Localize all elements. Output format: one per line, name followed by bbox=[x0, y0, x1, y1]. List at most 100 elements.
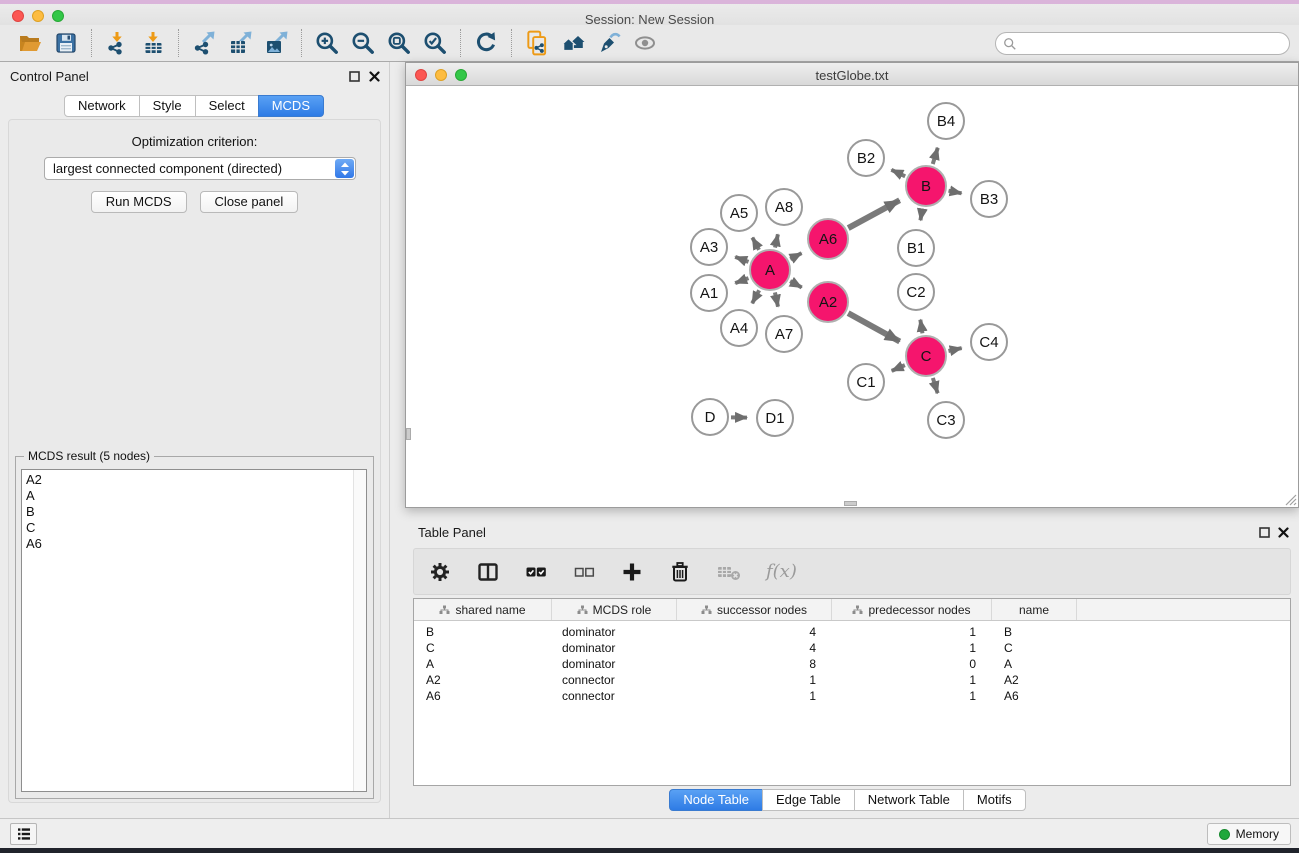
graph-node-C3[interactable]: C3 bbox=[928, 402, 964, 438]
split-columns-icon[interactable] bbox=[476, 560, 500, 584]
eye-icon[interactable] bbox=[627, 28, 663, 58]
table-row[interactable]: A6connector11A6 bbox=[414, 688, 1290, 704]
tab-select[interactable]: Select bbox=[195, 95, 259, 117]
graph-node-B1[interactable]: B1 bbox=[898, 230, 934, 266]
canvas-scroll-nub-left[interactable] bbox=[406, 428, 411, 440]
close-panel-icon[interactable] bbox=[367, 69, 381, 83]
run-mcds-button[interactable]: Run MCDS bbox=[91, 191, 187, 213]
tab-style[interactable]: Style bbox=[139, 95, 196, 117]
column-header-successor-nodes[interactable]: successor nodes bbox=[677, 599, 832, 620]
close-panel-button[interactable]: Close panel bbox=[200, 191, 299, 213]
graph-edge-C-C1[interactable] bbox=[892, 365, 905, 371]
graph-node-A6[interactable]: A6 bbox=[808, 219, 848, 259]
graph-edge-B-B2[interactable] bbox=[891, 170, 905, 176]
zoom-in-icon[interactable] bbox=[309, 28, 345, 58]
export-network-icon[interactable] bbox=[186, 28, 222, 58]
table-cell[interactable]: B bbox=[414, 625, 552, 639]
graph-node-B2[interactable]: B2 bbox=[848, 140, 884, 176]
table-cell[interactable]: 1 bbox=[832, 673, 992, 687]
table-cell[interactable]: 8 bbox=[677, 657, 832, 671]
optimization-criterion-select[interactable]: largest connected component (directed) bbox=[44, 157, 356, 180]
float-panel-icon[interactable] bbox=[347, 69, 361, 83]
graph-node-B4[interactable]: B4 bbox=[928, 103, 964, 139]
graph-node-B3[interactable]: B3 bbox=[971, 181, 1007, 217]
duplicate-network-icon[interactable] bbox=[519, 28, 555, 58]
table-cell[interactable]: connector bbox=[552, 673, 677, 687]
network-canvas[interactable]: B4B2BB3A5A8A6B1A3AA1C2A2A4A7C4CC1C3DD1 bbox=[406, 87, 1297, 506]
graph-node-A[interactable]: A bbox=[750, 250, 790, 290]
table-cell[interactable]: A bbox=[414, 657, 552, 671]
graph-edge-A-A5[interactable] bbox=[752, 238, 759, 250]
gear-icon[interactable] bbox=[428, 560, 452, 584]
graph-edge-B-B1[interactable] bbox=[920, 209, 922, 221]
graph-edge-C-C4[interactable] bbox=[948, 348, 961, 351]
table-cell[interactable]: dominator bbox=[552, 625, 677, 639]
network-window-titlebar[interactable]: testGlobe.txt bbox=[406, 63, 1298, 86]
table-cell[interactable]: A6 bbox=[992, 689, 1077, 703]
graph-node-C[interactable]: C bbox=[906, 336, 946, 376]
search-input[interactable] bbox=[1017, 36, 1289, 51]
export-table-icon[interactable] bbox=[222, 28, 258, 58]
table-cell[interactable]: C bbox=[992, 641, 1077, 655]
open-session-icon[interactable] bbox=[12, 28, 48, 58]
home-icon[interactable] bbox=[555, 28, 591, 58]
scrollbar-track[interactable] bbox=[353, 470, 366, 791]
tab-edge-table[interactable]: Edge Table bbox=[762, 789, 855, 811]
task-history-button[interactable] bbox=[10, 823, 37, 845]
save-session-icon[interactable] bbox=[48, 28, 84, 58]
deselect-all-icon[interactable] bbox=[572, 560, 596, 584]
graph-node-D[interactable]: D bbox=[692, 399, 728, 435]
graph-edge-C-C2[interactable] bbox=[920, 320, 922, 334]
graph-node-A2[interactable]: A2 bbox=[808, 282, 848, 322]
graph-edge-A2-C[interactable] bbox=[848, 313, 900, 341]
table-cell[interactable]: C bbox=[414, 641, 552, 655]
graph-node-A4[interactable]: A4 bbox=[721, 310, 757, 346]
apply-style-icon[interactable] bbox=[591, 28, 627, 58]
table-cell[interactable]: 1 bbox=[677, 673, 832, 687]
table-row[interactable]: Cdominator41C bbox=[414, 640, 1290, 656]
column-header-name[interactable]: name bbox=[992, 599, 1077, 620]
graph-edge-C-C3[interactable] bbox=[933, 378, 938, 393]
import-network-icon[interactable] bbox=[99, 28, 135, 58]
canvas-scroll-nub-bottom[interactable] bbox=[844, 501, 857, 506]
refresh-icon[interactable] bbox=[468, 28, 504, 58]
close-table-panel-icon[interactable] bbox=[1276, 525, 1290, 539]
table-cell[interactable]: 0 bbox=[832, 657, 992, 671]
zoom-out-icon[interactable] bbox=[345, 28, 381, 58]
table-row[interactable]: Adominator80A bbox=[414, 656, 1290, 672]
mcds-result-list[interactable]: A2ABCA6 bbox=[21, 469, 367, 792]
graph-edge-A-A6[interactable] bbox=[790, 253, 801, 259]
graph-edge-A-A8[interactable] bbox=[775, 234, 778, 247]
tab-network-table[interactable]: Network Table bbox=[854, 789, 964, 811]
trash-icon[interactable] bbox=[668, 560, 692, 584]
graph-edge-A-A2[interactable] bbox=[790, 281, 802, 287]
tab-motifs[interactable]: Motifs bbox=[963, 789, 1026, 811]
zoom-fit-icon[interactable] bbox=[381, 28, 417, 58]
mcds-result-item[interactable]: C bbox=[22, 520, 366, 536]
graph-edge-A-A1[interactable] bbox=[735, 278, 748, 283]
resize-grip-icon[interactable] bbox=[1283, 492, 1297, 506]
table-cell[interactable]: 1 bbox=[832, 625, 992, 639]
table-cell[interactable]: A2 bbox=[992, 673, 1077, 687]
table-cell[interactable]: A bbox=[992, 657, 1077, 671]
mcds-result-item[interactable]: A6 bbox=[22, 536, 366, 552]
graph-node-C4[interactable]: C4 bbox=[971, 324, 1007, 360]
graph-edge-B-B3[interactable] bbox=[949, 191, 962, 194]
graph-node-A1[interactable]: A1 bbox=[691, 275, 727, 311]
graph-edge-A-A3[interactable] bbox=[735, 257, 748, 262]
mcds-result-item[interactable]: B bbox=[22, 504, 366, 520]
add-column-icon[interactable] bbox=[620, 560, 644, 584]
table-cell[interactable]: 4 bbox=[677, 625, 832, 639]
select-all-icon[interactable] bbox=[524, 560, 548, 584]
graph-node-A8[interactable]: A8 bbox=[766, 189, 802, 225]
table-cell[interactable]: dominator bbox=[552, 657, 677, 671]
float-table-panel-icon[interactable] bbox=[1257, 525, 1271, 539]
column-header-MCDS-role[interactable]: MCDS role bbox=[552, 599, 677, 620]
table-row[interactable]: Bdominator41B bbox=[414, 624, 1290, 640]
graph-edge-A-A4[interactable] bbox=[752, 290, 759, 303]
memory-button[interactable]: Memory bbox=[1207, 823, 1291, 845]
tab-mcds[interactable]: MCDS bbox=[258, 95, 324, 117]
table-cell[interactable]: dominator bbox=[552, 641, 677, 655]
table-row[interactable]: A2connector11A2 bbox=[414, 672, 1290, 688]
table-cell[interactable]: connector bbox=[552, 689, 677, 703]
